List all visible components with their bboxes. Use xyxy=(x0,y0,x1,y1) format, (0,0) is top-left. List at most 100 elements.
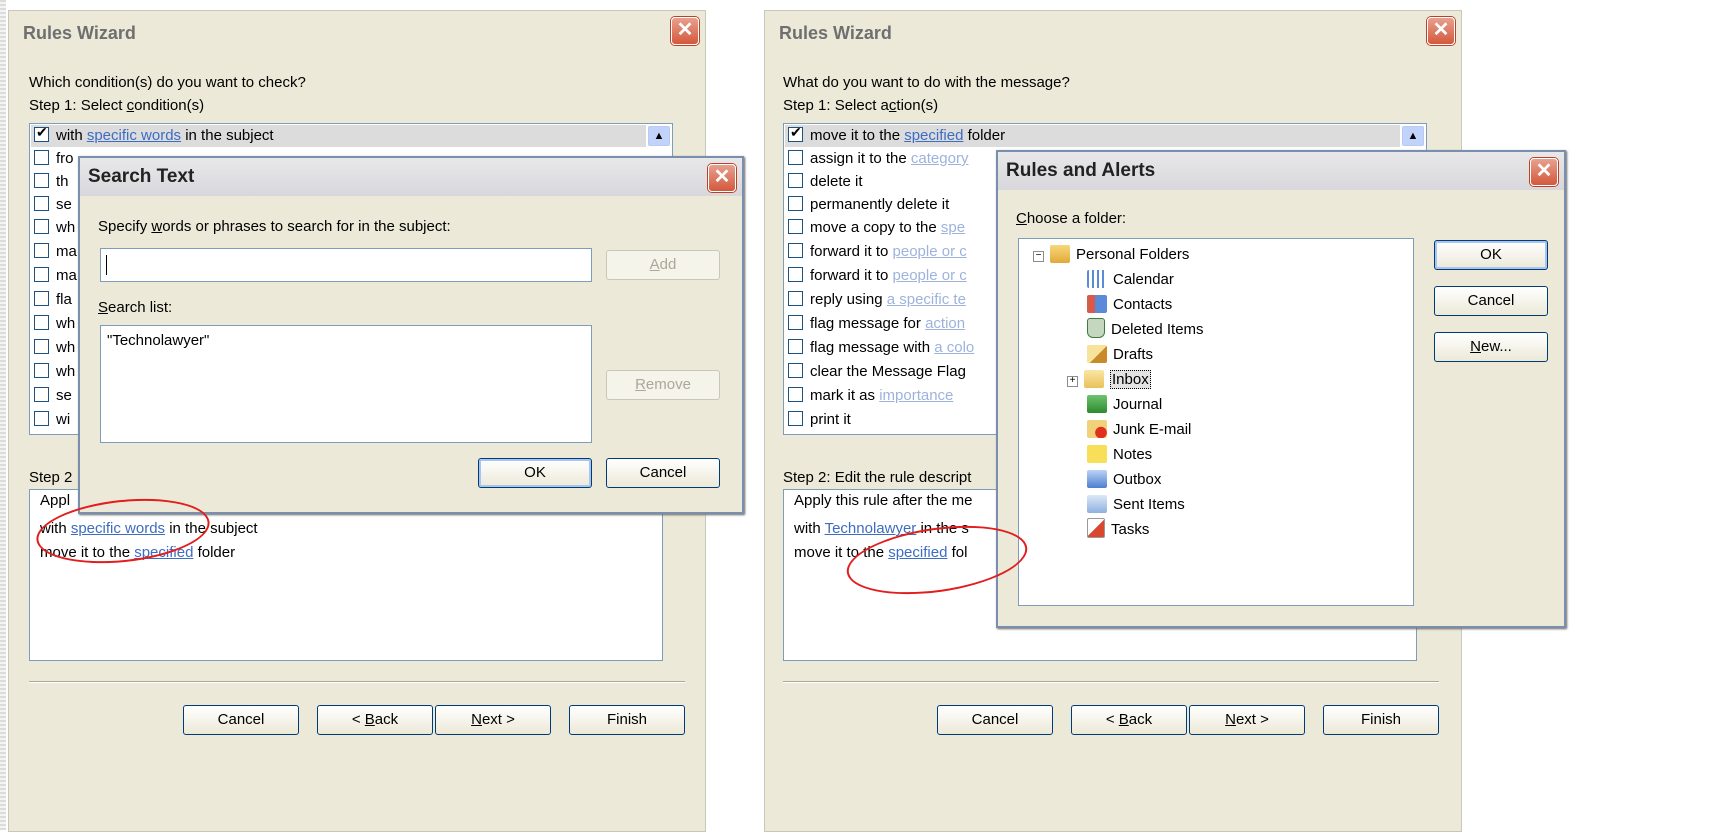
action-item[interactable]: delete it xyxy=(788,171,863,193)
checkbox[interactable] xyxy=(34,291,49,306)
cancel-button[interactable]: Cancel xyxy=(606,458,720,488)
checkbox[interactable] xyxy=(34,219,49,234)
condition-item[interactable]: th xyxy=(34,171,69,193)
action-item[interactable]: forward it to people or c xyxy=(788,265,967,287)
action-item[interactable]: ✔ move it to the specified folder xyxy=(785,124,1400,147)
checkbox[interactable] xyxy=(34,387,49,402)
checkbox[interactable] xyxy=(34,173,49,188)
folder-item-deleted-items[interactable]: Deleted Items xyxy=(1087,318,1204,342)
checkbox[interactable] xyxy=(788,363,803,378)
action-item[interactable]: flag message for action xyxy=(788,313,965,335)
journal-icon xyxy=(1087,395,1107,413)
condition-item[interactable]: se xyxy=(34,385,72,407)
action-item[interactable]: flag message with a colo xyxy=(788,337,974,359)
back-button[interactable]: < Back xyxy=(1071,705,1187,735)
cancel-button[interactable]: Cancel xyxy=(183,705,299,735)
back-button[interactable]: < Back xyxy=(317,705,433,735)
condition-item[interactable]: wh xyxy=(34,217,75,239)
condition-item[interactable]: wh xyxy=(34,361,75,383)
title-bar: Rules and Alerts ✕ xyxy=(998,152,1564,190)
separator xyxy=(783,681,1439,683)
checkbox[interactable] xyxy=(34,363,49,378)
action-item[interactable]: mark it as importance xyxy=(788,385,953,407)
expand-icon[interactable]: + xyxy=(1067,376,1078,387)
checkbox[interactable] xyxy=(788,196,803,211)
condition-item[interactable]: fla xyxy=(34,289,72,311)
folder-item-drafts[interactable]: Drafts xyxy=(1087,343,1153,367)
dialog-title: Search Text xyxy=(88,166,195,187)
checkbox[interactable] xyxy=(788,219,803,234)
action-item[interactable]: move a copy to the spe xyxy=(788,217,965,239)
checkbox[interactable] xyxy=(788,411,803,426)
action-item[interactable]: permanently delete it xyxy=(788,194,949,216)
step2-label: Step 2: Edit the rule descript xyxy=(783,469,972,486)
collapse-icon[interactable]: − xyxy=(1033,251,1044,262)
condition-item[interactable]: wh xyxy=(34,313,75,335)
search-list-item[interactable]: "Technolawyer" xyxy=(107,332,209,349)
action-item[interactable]: forward it to people or c xyxy=(788,241,967,263)
ok-button[interactable]: OK xyxy=(1434,240,1548,270)
scroll-up-icon[interactable]: ▲ xyxy=(648,126,670,146)
remove-button[interactable]: Remove xyxy=(606,370,720,400)
checkbox[interactable] xyxy=(788,387,803,402)
action-item[interactable]: clear the Message Flag xyxy=(788,361,966,383)
condition-item[interactable]: fro xyxy=(34,148,74,170)
checkbox[interactable] xyxy=(34,315,49,330)
contacts-icon xyxy=(1087,295,1107,313)
checkbox[interactable] xyxy=(788,291,803,306)
choose-folder-label: Choose a folder: xyxy=(1016,210,1127,227)
action-item[interactable]: reply using a specific te xyxy=(788,289,966,311)
new-folder-button[interactable]: New... xyxy=(1434,332,1548,362)
close-icon[interactable]: ✕ xyxy=(1427,17,1455,45)
checkbox[interactable]: ✔ xyxy=(34,124,49,142)
checkbox[interactable] xyxy=(34,243,49,258)
condition-item[interactable]: wh xyxy=(34,337,75,359)
condition-item[interactable]: ma xyxy=(34,241,77,263)
condition-item[interactable]: ma xyxy=(34,265,77,287)
next-button[interactable]: Next > xyxy=(435,705,551,735)
checkbox[interactable] xyxy=(34,267,49,282)
checkbox[interactable] xyxy=(788,243,803,258)
condition-item[interactable]: se xyxy=(34,194,72,216)
ok-button[interactable]: OK xyxy=(478,458,592,488)
close-icon[interactable]: ✕ xyxy=(708,164,736,192)
checkbox[interactable] xyxy=(34,411,49,426)
folder-item-outbox[interactable]: Outbox xyxy=(1087,468,1161,492)
search-words-input[interactable] xyxy=(100,248,592,282)
folder-tree[interactable]: − Personal Folders Calendar Contacts Dele… xyxy=(1018,238,1414,606)
folder-item-tasks[interactable]: Tasks xyxy=(1087,518,1149,542)
checkbox[interactable] xyxy=(788,315,803,330)
action-item[interactable]: print it xyxy=(788,409,851,431)
close-icon[interactable]: ✕ xyxy=(671,17,699,45)
condition-item[interactable]: ✔ with specific words in the subject xyxy=(31,124,646,147)
tree-root-personal-folders[interactable]: − Personal Folders xyxy=(1033,243,1189,267)
checkbox[interactable] xyxy=(788,173,803,188)
checkbox[interactable] xyxy=(788,339,803,354)
checkbox[interactable] xyxy=(788,267,803,282)
cancel-button[interactable]: Cancel xyxy=(1434,286,1548,316)
checkbox[interactable] xyxy=(34,196,49,211)
folder-item-notes[interactable]: Notes xyxy=(1087,443,1152,467)
folder-item-inbox[interactable]: + Inbox xyxy=(1067,368,1151,392)
finish-button[interactable]: Finish xyxy=(1323,705,1439,735)
close-icon[interactable]: ✕ xyxy=(1530,158,1558,186)
checkbox[interactable] xyxy=(788,150,803,165)
scroll-up-icon[interactable]: ▲ xyxy=(1402,126,1424,146)
finish-button[interactable]: Finish xyxy=(569,705,685,735)
window-title: Rules Wizard xyxy=(779,23,892,43)
next-button[interactable]: Next > xyxy=(1189,705,1305,735)
search-prompt: Specify words or phrases to search for i… xyxy=(98,218,451,235)
folder-item-sent-items[interactable]: Sent Items xyxy=(1087,493,1185,517)
cancel-button[interactable]: Cancel xyxy=(937,705,1053,735)
checkbox[interactable]: ✔ xyxy=(788,124,803,142)
folder-item-junk-email[interactable]: Junk E-mail xyxy=(1087,418,1191,442)
add-button[interactable]: Add xyxy=(606,250,720,280)
checkbox[interactable] xyxy=(34,339,49,354)
folder-item-calendar[interactable]: Calendar xyxy=(1087,268,1174,292)
condition-item[interactable]: wi xyxy=(34,409,70,431)
folder-item-journal[interactable]: Journal xyxy=(1087,393,1162,417)
checkbox[interactable] xyxy=(34,150,49,165)
action-item[interactable]: assign it to the category xyxy=(788,148,968,170)
search-list[interactable]: "Technolawyer" xyxy=(100,325,592,443)
folder-item-contacts[interactable]: Contacts xyxy=(1087,293,1172,317)
